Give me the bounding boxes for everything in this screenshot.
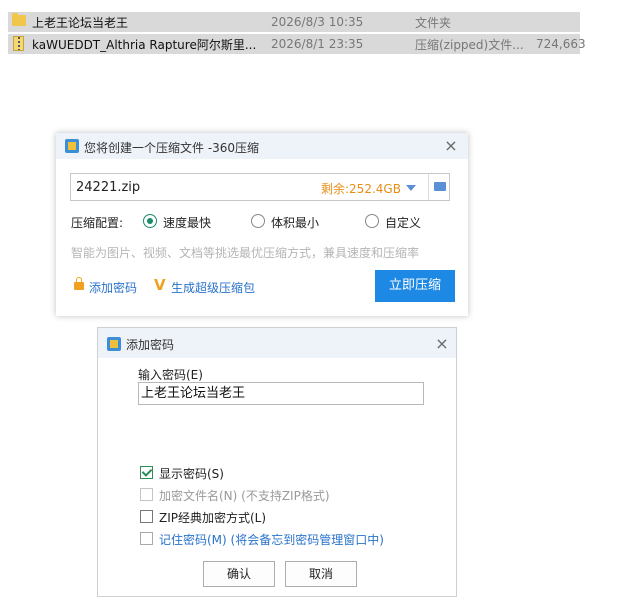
zip-classic-label[interactable]: ZIP经典加密方式(L)	[159, 509, 266, 526]
add-password-link[interactable]: 添加密码	[89, 279, 137, 296]
encrypt-filenames-checkbox[interactable]	[140, 488, 153, 501]
password-dialog-titlebar: 添加密码 ×	[98, 328, 456, 358]
file-size: 724,663	[536, 37, 586, 51]
lock-icon[interactable]	[74, 277, 84, 290]
option-smallest-label[interactable]: 体积最小	[271, 214, 319, 231]
super-pack-link[interactable]: 生成超级压缩包	[171, 279, 255, 296]
free-space-label: 剩余:252.4GB	[321, 182, 401, 196]
file-date: 2026/8/3 10:35	[271, 15, 364, 29]
radio-fastest[interactable]	[143, 214, 157, 228]
folder-icon	[434, 182, 446, 191]
add-password-dialog: 添加密码 × 输入密码(E) 上老王论坛当老王 显示密码(S) 加密文件名(N)…	[97, 327, 457, 597]
browse-folder-button[interactable]	[428, 174, 451, 200]
password-input-label: 输入密码(E)	[138, 368, 203, 382]
ok-button[interactable]: 确认	[203, 561, 275, 587]
compress-config-label: 压缩配置:	[71, 216, 124, 230]
password-dialog-title: 添加密码	[126, 338, 175, 352]
file-row-folder[interactable]: 上老王论坛当老王 2026/8/3 10:35 文件夹	[8, 12, 580, 32]
file-type: 压缩(zipped)文件...	[415, 37, 523, 52]
radio-custom[interactable]	[365, 214, 379, 228]
archive-filename[interactable]: 24221.zip	[76, 180, 140, 195]
360zip-app-icon	[107, 337, 121, 351]
super-pack-icon[interactable]: V	[154, 276, 166, 294]
close-icon[interactable]: ×	[435, 336, 449, 352]
compress-hint: 智能为图片、视频、文档等挑选最优压缩方式，兼具速度和压缩率	[71, 246, 420, 260]
show-password-label[interactable]: 显示密码(S)	[159, 465, 224, 482]
radio-smallest[interactable]	[251, 214, 265, 228]
close-icon[interactable]: ×	[444, 138, 458, 154]
compress-dialog-titlebar: 您将创建一个压缩文件 -360压缩 ×	[56, 133, 468, 159]
compress-dialog: 您将创建一个压缩文件 -360压缩 × 24221.zip 剩余:252.4GB…	[56, 133, 468, 316]
show-password-checkbox[interactable]	[140, 466, 153, 479]
folder-icon	[12, 13, 26, 26]
360zip-app-icon	[65, 139, 79, 153]
chevron-down-icon[interactable]	[406, 185, 416, 191]
option-fastest-label[interactable]: 速度最快	[163, 214, 211, 231]
encrypt-filenames-label: 加密文件名(N) (不支持ZIP格式)	[159, 489, 330, 503]
file-row-zip[interactable]: kaWUEDDT_Althria Rapture阿尔斯里... 2026/8/1…	[8, 34, 586, 54]
file-type: 文件夹	[415, 15, 452, 30]
remember-password-label[interactable]: 记住密码(M) (将会备忘到密码管理窗口中)	[159, 531, 384, 548]
file-name: 上老王论坛当老王	[32, 15, 129, 30]
file-name: kaWUEDDT_Althria Rapture阿尔斯里...	[32, 37, 257, 52]
compress-dialog-title: 您将创建一个压缩文件 -360压缩	[84, 141, 260, 155]
cancel-button[interactable]: 取消	[285, 561, 357, 587]
password-input[interactable]: 上老王论坛当老王	[138, 382, 424, 405]
file-date: 2026/8/1 23:35	[271, 37, 364, 51]
option-custom-label[interactable]: 自定义	[385, 214, 421, 231]
archive-path-field[interactable]: 24221.zip 剩余:252.4GB	[70, 173, 450, 201]
zip-icon	[13, 36, 24, 51]
zip-classic-checkbox[interactable]	[140, 510, 153, 523]
remember-password-checkbox[interactable]	[140, 532, 153, 545]
compress-now-button[interactable]: 立即压缩	[375, 270, 455, 302]
